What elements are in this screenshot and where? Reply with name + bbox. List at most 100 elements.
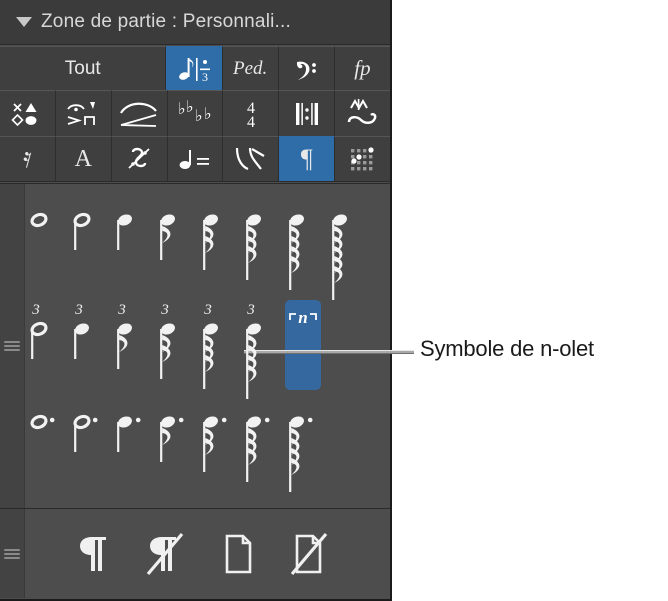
svg-text:3: 3 [203,302,212,318]
note-128th-icon [332,214,347,300]
symbol-cell-dotted-eighth-note[interactable] [153,400,196,500]
svg-text:♭: ♭ [204,106,212,123]
toolbar-row-categories: Tout 3 Ped. fp [0,46,390,90]
symbol-cell-whole-note[interactable] [24,198,67,298]
toolbar-button-barlines[interactable] [279,90,336,136]
bottom-toolbar [0,508,390,599]
drag-handle-icon[interactable] [4,341,20,351]
note-eighth-dotted-icon [160,416,184,462]
bottom-button-hide-page[interactable] [274,529,346,579]
bass-clef-icon [297,61,317,80]
drag-handle-icon[interactable] [4,548,20,559]
symbol-cell-triplet-half-note[interactable]: 3 [24,296,67,396]
bottom-button-hide-pilcrow[interactable] [130,529,202,579]
noteheads-icon [11,102,37,126]
symbol-cell-dotted-sixtyfourth-note[interactable] [282,400,325,500]
toolbar-button-rests[interactable]: 𝄿 [0,136,56,181]
svg-text:3: 3 [246,302,255,318]
svg-text:♭: ♭ [178,101,186,118]
note-half-icon [73,212,91,250]
toolbar-button-noteheads[interactable] [0,90,56,136]
svg-text:3: 3 [160,302,169,318]
panel-title: Zone de partie : Personnali... [41,11,291,32]
note-32nd-icon [246,214,261,280]
toolbar-button-clef[interactable] [278,46,335,90]
symbol-cell-triplet-thirtysecond-note[interactable]: 3 [196,296,239,396]
dynamics-fp-icon: fp [354,56,371,80]
segno-icon [128,147,150,169]
symbol-cell-triplet-sixtyfourth-note[interactable]: 3 [239,296,282,399]
repeat-barline-icon [295,102,318,125]
bottom-items [24,509,390,598]
triplet-quarter-icon: 3 [74,302,89,359]
svg-text:♭: ♭ [195,108,203,125]
toolbar-button-chord-grids[interactable] [335,136,390,181]
grid-gutter[interactable] [0,184,25,508]
symbol-cell-triplet-eighth-note[interactable]: 3 [110,296,153,396]
text-a-icon: A [74,145,92,172]
svg-text:n: n [298,308,307,327]
note-16th-dotted-icon [203,416,227,472]
toolbar-button-accidentals[interactable]: ♭ ♭ ♭ ♭ [167,90,224,136]
note-row-tuplets: 3 3 3 3 3 3 n [24,296,390,399]
note-64th-dotted-icon [289,416,313,492]
note-eighth-icon [160,214,175,260]
bottom-button-pilcrow[interactable] [58,529,130,579]
bottom-button-page[interactable] [202,529,274,579]
panel-titlebar[interactable]: Zone de partie : Personnali... [0,0,390,45]
toolbar-button-time-signature[interactable]: 4 4 [223,90,280,136]
symbol-cell-n-tuplet-symbol[interactable]: n [282,296,325,396]
symbol-grid-area: 3 3 3 3 3 3 n [0,183,390,508]
chord-grid-icon [350,147,374,171]
tempo-note-equals-icon [179,150,209,169]
symbol-cell-thirtysecond-note[interactable] [239,198,282,298]
svg-text:4: 4 [247,114,255,131]
triplet-16th-icon: 3 [160,302,175,379]
symbol-cell-onetwentyeighth-note[interactable] [325,198,368,300]
symbol-cell-sixtyfourth-note[interactable] [282,198,325,298]
rest-icon: 𝄿 [23,143,32,174]
note-32nd-dotted-icon [246,416,270,482]
toolbar-button-pedal[interactable]: Ped. [222,46,279,90]
symbol-cell-eighth-note[interactable] [153,198,196,298]
triangle-down-icon[interactable] [16,17,32,27]
toolbar-button-layout[interactable]: ¶ [279,136,336,181]
symbol-cell-half-note[interactable] [67,198,110,298]
toolbar-button-tempo[interactable] [167,136,224,181]
tuplet-eighth-over-three-icon: 3 [179,57,210,84]
callout-label: Symbole de n-olet [420,336,594,361]
ornaments-icon [347,98,376,124]
pilcrow-icon: ¶ [300,144,313,173]
time-signature-4-4-icon: 4 4 [247,100,255,131]
triplet-32nd-icon: 3 [203,302,218,389]
symbol-cell-sixteenth-note[interactable] [196,198,239,298]
bottom-gutter[interactable] [0,509,25,598]
page-struck-icon [290,532,328,575]
toolbar-button-segno[interactable] [111,136,168,181]
triplet-eighth-icon: 3 [117,302,132,369]
toolbar-button-dynamics[interactable]: fp [334,46,390,90]
symbol-cell-dotted-half-note[interactable] [67,400,110,500]
note-64th-icon [289,214,304,290]
note-quarter-icon [117,214,132,250]
symbol-cell-dotted-whole-note[interactable] [24,400,67,500]
symbol-cell-dotted-quarter-note[interactable] [110,400,153,500]
symbol-cell-triplet-sixteenth-note[interactable]: 3 [153,296,196,396]
toolbar-button-tuplet[interactable]: 3 [166,46,223,90]
screenshot-root: Zone de partie : Personnali... Tout 3 Pe… [0,0,668,601]
symbol-cell-triplet-quarter-note[interactable]: 3 [67,296,110,396]
symbol-cell-quarter-note[interactable] [110,198,153,298]
accidentals-icon: ♭ ♭ ♭ ♭ [178,99,212,125]
toolbar-button-all[interactable]: Tout [0,46,167,90]
symbol-cell-dotted-sixteenth-note[interactable] [196,400,239,500]
toolbar-button-slur-hairpin[interactable] [111,90,168,136]
toolbar-button-bends[interactable] [223,136,280,181]
svg-text:3: 3 [117,302,126,318]
note-half-dotted-icon [73,414,98,452]
bend-icon [235,147,265,171]
toolbar-button-articulations[interactable] [55,90,112,136]
symbol-cell-dotted-thirtysecond-note[interactable] [239,400,282,500]
svg-text:3: 3 [74,302,83,318]
toolbar-button-text[interactable]: A [55,136,112,181]
toolbar-button-ornaments[interactable] [335,90,390,136]
